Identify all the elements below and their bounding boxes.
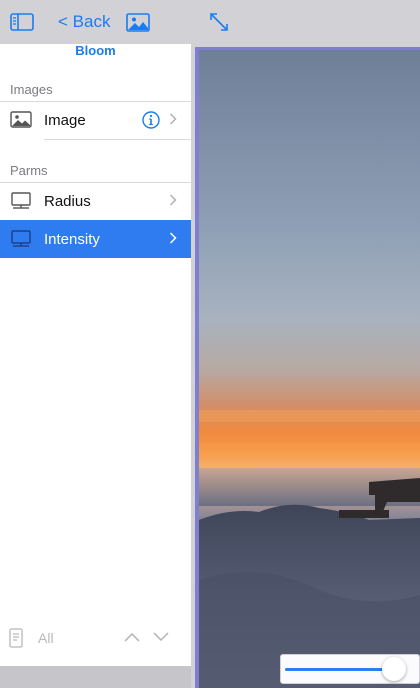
row-label-image: Image [44, 111, 86, 129]
expand-arrows-icon [210, 13, 228, 31]
sidebar-toggle-icon [10, 13, 34, 31]
photo-icon [126, 12, 150, 32]
chevron-up-icon[interactable] [123, 631, 141, 643]
image-frame [195, 47, 420, 688]
info-icon[interactable] [142, 111, 160, 129]
sidebar-title: Bloom [75, 43, 116, 58]
image-pane [191, 44, 420, 688]
sidebar-footer: All [0, 620, 191, 656]
row-label-intensity: Intensity [44, 230, 100, 248]
monitor-icon [11, 192, 31, 209]
row-label-radius: Radius [44, 192, 91, 210]
bottom-strip [0, 666, 191, 688]
chevron-right-icon [169, 113, 177, 125]
top-toolbar: < Back [0, 0, 420, 44]
section-header-images: Images [10, 82, 53, 97]
chevron-down-icon[interactable] [152, 631, 170, 643]
monitor-icon [11, 230, 31, 247]
chevron-right-icon [169, 232, 177, 244]
back-button[interactable]: < Back [58, 0, 110, 44]
filter-all-label[interactable]: All [38, 630, 54, 646]
preview-image [199, 50, 420, 688]
intensity-slider[interactable] [280, 654, 420, 684]
section-header-parms: Parms [10, 163, 48, 178]
expand-button[interactable] [208, 0, 232, 44]
sidebar: Bloom Images Image Parms Radius Intensit… [0, 44, 191, 666]
row-radius[interactable]: Radius [0, 182, 191, 220]
chevron-right-icon [169, 194, 177, 206]
image-icon [10, 111, 32, 128]
sidebar-toggle-button[interactable] [10, 0, 36, 44]
divider [44, 139, 191, 140]
slider-thumb[interactable] [382, 657, 407, 681]
document-icon[interactable] [9, 628, 23, 648]
row-image[interactable]: Image [0, 101, 191, 139]
photo-button[interactable] [126, 0, 152, 44]
row-intensity[interactable]: Intensity [0, 220, 191, 258]
